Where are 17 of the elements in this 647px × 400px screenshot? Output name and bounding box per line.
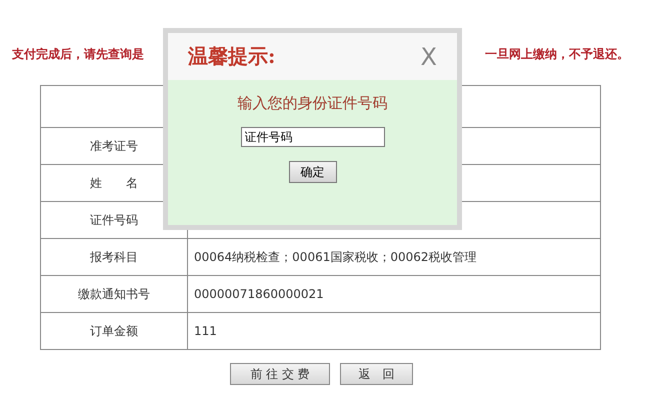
field-label: 证件号码 <box>90 212 138 226</box>
form-button[interactable]: 返 回 <box>340 363 413 385</box>
field-label: 缴款通知书号 <box>78 286 150 300</box>
field-label: 姓 名 <box>90 176 138 190</box>
form-button[interactable]: 前 往 交 费 <box>230 363 330 385</box>
notice-text: 支付完成后，请先查询是 <box>12 46 144 63</box>
confirm-button[interactable]: 确定 <box>288 161 336 183</box>
field-value: 00000071860000021 <box>194 287 324 301</box>
prompt-text: 输入您的身份证件号码 <box>238 94 388 113</box>
notice-text: 一旦网上缴纳，不予退还。 <box>485 46 629 63</box>
field-label: 订单金额 <box>90 324 138 338</box>
field-label: 报考科目 <box>90 250 138 264</box>
field-label: 准考证号 <box>90 138 138 152</box>
id-number-field[interactable]: 证件号码 <box>240 127 384 147</box>
dialog-title: 温馨提示: <box>188 43 276 70</box>
field-value: 111 <box>194 324 217 338</box>
field-value: 00064纳税检查；00061国家税收；00062税收管理 <box>194 250 477 264</box>
